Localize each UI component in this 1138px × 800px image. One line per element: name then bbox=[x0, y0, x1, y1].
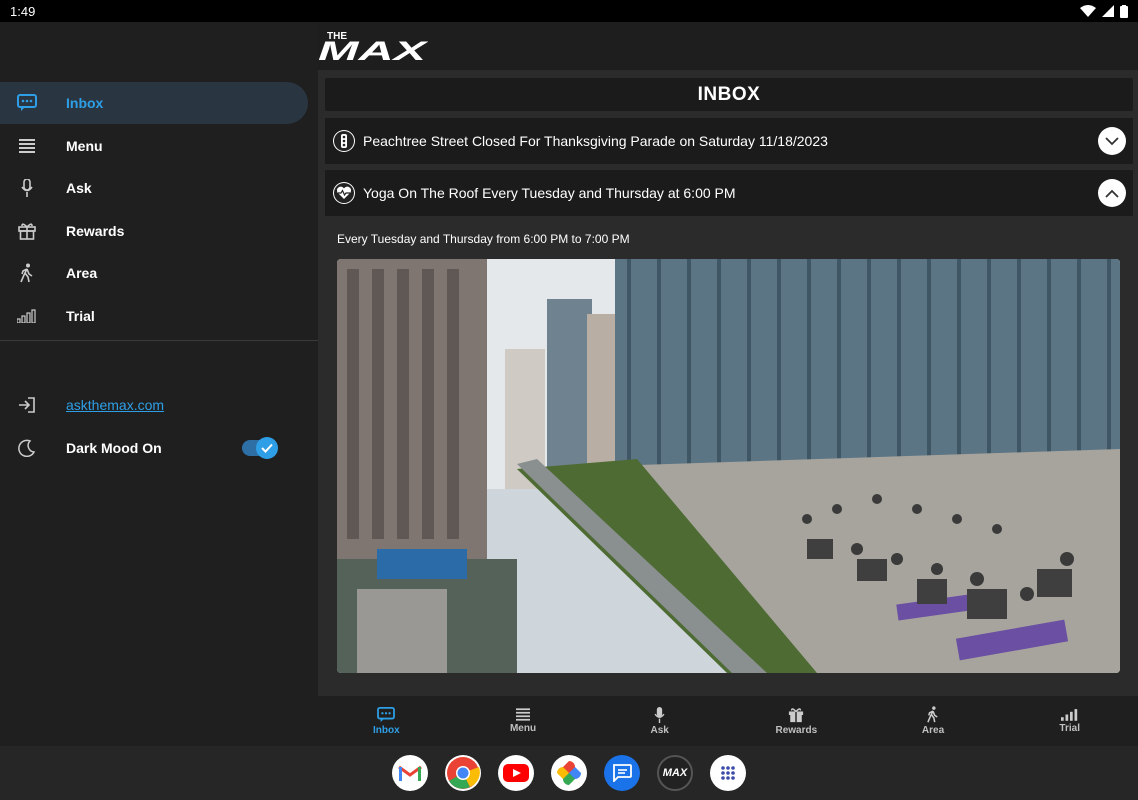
drawer-item-label: Menu bbox=[66, 138, 103, 154]
signal-icon bbox=[1060, 709, 1077, 721]
chevron-down-icon[interactable] bbox=[1098, 127, 1126, 155]
tab-rewards[interactable]: Rewards bbox=[728, 696, 865, 746]
wifi-icon bbox=[1080, 5, 1096, 17]
gift-icon bbox=[0, 222, 54, 240]
drawer-item-rewards[interactable]: Rewards bbox=[0, 210, 308, 252]
message-detail: Every Tuesday and Thursday from 6:00 PM … bbox=[325, 218, 1133, 696]
tab-label: Inbox bbox=[373, 724, 400, 736]
gift-icon bbox=[789, 707, 804, 722]
drawer-divider bbox=[0, 340, 318, 341]
taskbar: MAX bbox=[0, 746, 1138, 800]
status-time: 1:49 bbox=[10, 3, 36, 19]
app-drawer-icon[interactable] bbox=[710, 755, 746, 791]
status-icons bbox=[1080, 4, 1128, 18]
traffic-light-icon bbox=[333, 130, 355, 152]
drawer-item-label: Rewards bbox=[66, 223, 125, 239]
inbox-message-row[interactable]: Yoga On The Roof Every Tuesday and Thurs… bbox=[325, 170, 1133, 216]
drawer-item-inbox[interactable]: Inbox bbox=[0, 82, 308, 124]
navigation-drawer: Inbox Menu Ask Rewards Area Trial askthe… bbox=[0, 22, 318, 746]
gmail-icon[interactable] bbox=[392, 755, 428, 791]
tab-label: Rewards bbox=[775, 724, 818, 736]
chat-icon bbox=[377, 706, 396, 722]
chevron-up-icon[interactable] bbox=[1098, 179, 1126, 207]
drawer-item-trial[interactable]: Trial bbox=[0, 295, 308, 337]
login-icon bbox=[0, 397, 54, 413]
themax-app-label: MAX bbox=[662, 767, 688, 779]
drawer-item-label: Inbox bbox=[66, 95, 104, 111]
inbox-message-row[interactable]: Peachtree Street Closed For Thanksgiving… bbox=[325, 118, 1133, 164]
themax-app-icon[interactable]: MAX bbox=[657, 755, 693, 791]
walk-icon bbox=[927, 706, 938, 723]
chat-icon bbox=[0, 94, 54, 112]
tab-ask[interactable]: Ask bbox=[591, 696, 728, 746]
message-title: Yoga On The Roof Every Tuesday and Thurs… bbox=[363, 185, 736, 201]
tab-label: Trial bbox=[1059, 723, 1080, 734]
drawer-item-ask[interactable]: Ask bbox=[0, 167, 308, 209]
tab-inbox[interactable]: Inbox bbox=[318, 696, 455, 746]
signal-icon bbox=[0, 309, 54, 323]
tab-trial[interactable]: Trial bbox=[1001, 696, 1138, 746]
dark-mode-label: Dark Mood On bbox=[66, 440, 162, 456]
menu-icon bbox=[516, 708, 530, 721]
website-link[interactable]: askthemax.com bbox=[54, 397, 164, 413]
tab-label: Area bbox=[921, 725, 945, 736]
mic-icon bbox=[0, 179, 54, 197]
message-body-text: Every Tuesday and Thursday from 6:00 PM … bbox=[337, 232, 630, 246]
chrome-icon[interactable] bbox=[445, 755, 481, 791]
battery-icon bbox=[1120, 4, 1128, 18]
heart-pulse-icon bbox=[333, 182, 355, 204]
tab-label: Ask bbox=[650, 724, 669, 736]
drawer-item-dark-mode[interactable]: Dark Mood On bbox=[0, 427, 308, 469]
status-bar: 1:49 bbox=[0, 0, 1138, 22]
inbox-title: INBOX bbox=[325, 78, 1133, 111]
bottom-navigation: Inbox Menu Ask Rewards Area Trial bbox=[318, 696, 1138, 746]
messages-icon[interactable] bbox=[604, 755, 640, 791]
tab-label: Menu bbox=[509, 723, 537, 734]
menu-icon bbox=[0, 139, 54, 153]
check-icon bbox=[256, 437, 278, 459]
youtube-icon[interactable] bbox=[498, 755, 534, 791]
mic-icon bbox=[654, 706, 665, 723]
drawer-item-website-link[interactable]: askthemax.com bbox=[0, 384, 308, 426]
the-max-logo: THE MAX bbox=[318, 28, 430, 66]
drawer-item-area[interactable]: Area bbox=[0, 252, 308, 294]
drawer-item-label: Trial bbox=[66, 308, 95, 324]
svg-text:MAX: MAX bbox=[318, 36, 428, 62]
tab-area[interactable]: Area bbox=[865, 696, 1002, 746]
drawer-item-label: Area bbox=[66, 265, 98, 281]
message-title: Peachtree Street Closed For Thanksgiving… bbox=[363, 133, 828, 149]
photos-icon[interactable] bbox=[551, 755, 587, 791]
walk-icon bbox=[0, 263, 54, 283]
cellular-icon bbox=[1102, 5, 1114, 17]
tab-menu[interactable]: Menu bbox=[455, 696, 592, 746]
drawer-item-menu[interactable]: Menu bbox=[0, 125, 308, 167]
drawer-item-label: Ask bbox=[66, 180, 92, 196]
rooftop-yoga-photo bbox=[337, 259, 1120, 673]
moon-icon bbox=[0, 439, 54, 457]
dark-mode-toggle[interactable] bbox=[242, 437, 278, 459]
